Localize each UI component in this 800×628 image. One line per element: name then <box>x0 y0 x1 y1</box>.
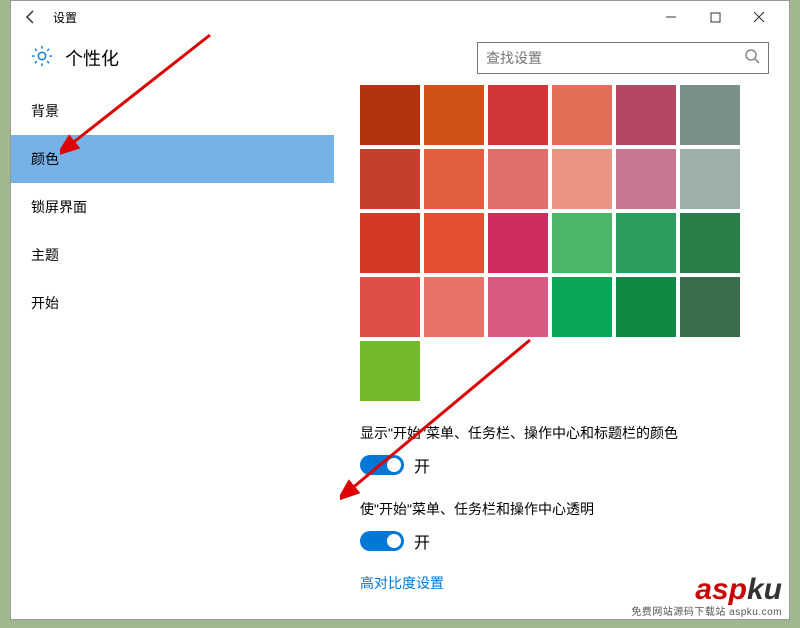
settings-window: 设置 个性化 背景颜色锁屏界面主题开始 显示"开始"菜单、任务栏、操作中心和标题… <box>10 0 790 620</box>
color-swatch-13[interactable] <box>424 213 484 273</box>
color-swatch-3[interactable] <box>552 85 612 145</box>
high-contrast-link[interactable]: 高对比度设置 <box>360 573 444 593</box>
watermark-tagline: 免费网站源码下载站 aspku.com <box>631 603 782 618</box>
arrow-left-icon <box>23 9 39 25</box>
color-swatch-12[interactable] <box>360 213 420 273</box>
sidebar-item-3[interactable]: 主题 <box>11 231 334 279</box>
titlebar: 设置 <box>11 1 789 33</box>
color-swatch-17[interactable] <box>680 213 740 273</box>
color-swatch-24[interactable] <box>360 341 420 401</box>
gear-icon <box>31 45 53 72</box>
header: 个性化 <box>11 33 789 83</box>
minimize-button[interactable] <box>649 2 693 32</box>
transparency-toggle-row: 开 <box>360 529 789 553</box>
search-icon <box>744 48 760 69</box>
sidebar-item-4[interactable]: 开始 <box>11 279 334 327</box>
show-color-label: 显示"开始"菜单、任务栏、操作中心和标题栏的颜色 <box>360 423 789 443</box>
color-grid <box>360 85 789 401</box>
search-input[interactable] <box>486 50 744 66</box>
color-swatch-5[interactable] <box>680 85 740 145</box>
color-swatch-23[interactable] <box>680 277 740 337</box>
show-color-toggle-row: 开 <box>360 453 789 477</box>
color-swatch-2[interactable] <box>488 85 548 145</box>
content-panel: 显示"开始"菜单、任务栏、操作中心和标题栏的颜色 开 使"开始"菜单、任务栏和操… <box>334 83 789 619</box>
color-swatch-15[interactable] <box>552 213 612 273</box>
color-swatch-19[interactable] <box>424 277 484 337</box>
color-swatch-9[interactable] <box>552 149 612 209</box>
show-color-state: 开 <box>414 453 430 477</box>
color-swatch-6[interactable] <box>360 149 420 209</box>
color-swatch-20[interactable] <box>488 277 548 337</box>
color-swatch-10[interactable] <box>616 149 676 209</box>
color-swatch-8[interactable] <box>488 149 548 209</box>
color-swatch-4[interactable] <box>616 85 676 145</box>
sidebar: 背景颜色锁屏界面主题开始 <box>11 83 334 619</box>
sidebar-item-1[interactable]: 颜色 <box>11 135 334 183</box>
color-swatch-7[interactable] <box>424 149 484 209</box>
color-swatch-16[interactable] <box>616 213 676 273</box>
page-title: 个性化 <box>65 45 119 71</box>
window-title: 设置 <box>53 9 77 26</box>
color-swatch-18[interactable] <box>360 277 420 337</box>
close-icon <box>753 11 765 23</box>
body: 背景颜色锁屏界面主题开始 显示"开始"菜单、任务栏、操作中心和标题栏的颜色 开 … <box>11 83 789 619</box>
sidebar-item-2[interactable]: 锁屏界面 <box>11 183 334 231</box>
maximize-icon <box>710 12 721 23</box>
watermark: aspku 免费网站源码下载站 aspku.com <box>631 576 782 618</box>
sidebar-item-0[interactable]: 背景 <box>11 87 334 135</box>
minimize-icon <box>665 11 677 23</box>
transparency-state: 开 <box>414 529 430 553</box>
search-box[interactable] <box>477 42 769 74</box>
transparency-label: 使"开始"菜单、任务栏和操作中心透明 <box>360 499 789 519</box>
close-button[interactable] <box>737 2 781 32</box>
color-swatch-1[interactable] <box>424 85 484 145</box>
color-swatch-22[interactable] <box>616 277 676 337</box>
color-swatch-14[interactable] <box>488 213 548 273</box>
color-swatch-0[interactable] <box>360 85 420 145</box>
show-color-toggle[interactable] <box>360 455 404 475</box>
maximize-button[interactable] <box>693 2 737 32</box>
color-swatch-11[interactable] <box>680 149 740 209</box>
watermark-brand: aspku <box>631 576 782 603</box>
transparency-toggle[interactable] <box>360 531 404 551</box>
color-swatch-21[interactable] <box>552 277 612 337</box>
back-button[interactable] <box>19 5 43 29</box>
